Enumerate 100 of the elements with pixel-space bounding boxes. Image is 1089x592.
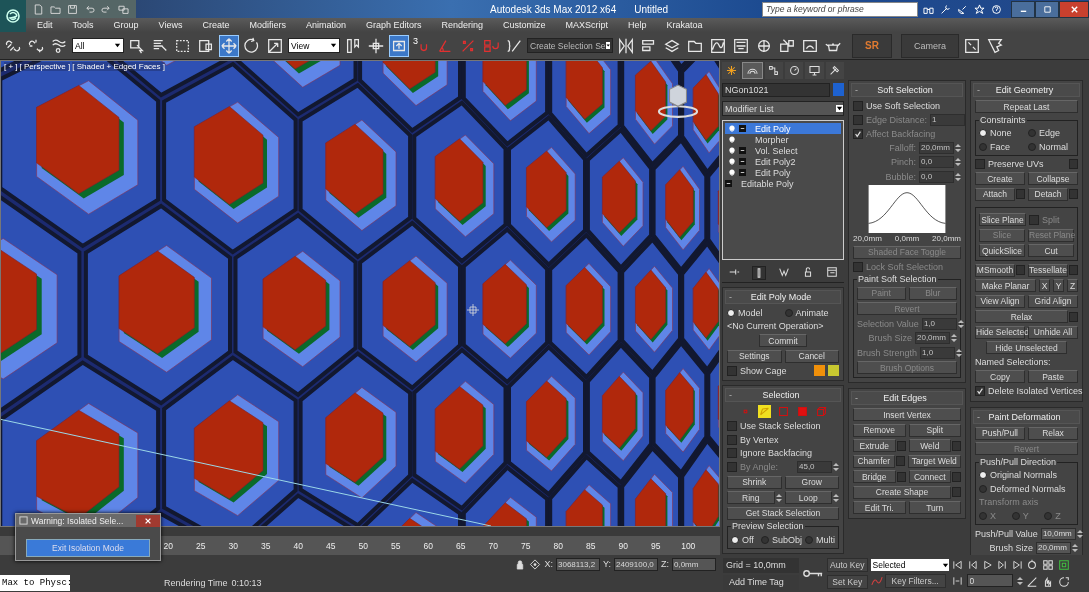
key-filters-button[interactable]: Key Filters... — [884, 574, 946, 588]
orbit-icon[interactable] — [1057, 576, 1070, 588]
option-checkbox[interactable]: Delete Isolated Vertices — [975, 386, 1083, 396]
option-radio[interactable]: Animate — [784, 307, 839, 318]
option-radio[interactable]: Edge — [1028, 128, 1074, 138]
key-icon[interactable] — [802, 568, 824, 579]
command-button[interactable]: Shrink — [727, 475, 782, 489]
menu-item[interactable]: Views — [158, 20, 183, 30]
modifier-stack-item[interactable]: Edit Poly — [725, 123, 841, 134]
collapse-toggle-icon[interactable] — [739, 147, 746, 154]
field-of-view-icon[interactable] — [1025, 576, 1038, 588]
command-button[interactable]: Commit — [759, 334, 807, 347]
key-mode-toggle-icon[interactable] — [951, 575, 963, 586]
spinner-arrows-icon[interactable] — [1076, 528, 1083, 539]
light-bulb-icon[interactable] — [728, 157, 736, 166]
toolbar-dropdown[interactable]: All — [72, 38, 124, 53]
caret-icon[interactable] — [330, 42, 337, 49]
menu-item[interactable]: Group — [113, 20, 139, 30]
go-to-end-icon[interactable] — [1011, 560, 1023, 570]
help-icon[interactable] — [990, 2, 1004, 16]
command-button[interactable]: Relax — [975, 310, 1068, 323]
modifier-stack-item[interactable]: Morpher — [725, 134, 841, 145]
command-button[interactable]: Turn — [908, 501, 961, 514]
command-button[interactable]: Loop — [784, 491, 832, 504]
option-radio[interactable]: Normal — [1028, 141, 1074, 152]
star-icon[interactable] — [973, 2, 987, 16]
coordinate-field[interactable]: 0,0mm — [672, 557, 716, 571]
collapse-toggle-icon[interactable] — [739, 158, 746, 165]
command-button[interactable]: Attach — [975, 187, 1015, 201]
command-button[interactable]: View Align — [975, 294, 1025, 308]
spinner-arrows-icon[interactable] — [775, 492, 782, 503]
option-checkbox[interactable]: By Vertex — [727, 434, 839, 445]
pin-icon[interactable] — [728, 266, 740, 278]
go-to-start-icon[interactable] — [951, 560, 963, 570]
option-checkbox[interactable]: Show Cage — [727, 365, 811, 376]
rollout-header[interactable]: - Edit Edges — [851, 391, 963, 405]
close-icon[interactable] — [1069, 4, 1079, 14]
collapse-toggle-icon[interactable] — [725, 180, 732, 187]
option-radio[interactable]: Deformed Normals — [979, 483, 1074, 494]
menu-item[interactable]: Rendering — [441, 20, 484, 30]
command-button[interactable]: Repeat Last — [975, 100, 1078, 113]
toolbar-button[interactable]: SR — [852, 33, 892, 58]
light-bulb-icon[interactable] — [728, 124, 736, 133]
modifier-stack-item[interactable]: Edit Poly2 — [725, 156, 841, 167]
collapse-sign[interactable]: - — [855, 85, 858, 95]
option-checkbox[interactable]: Use Soft Selection — [853, 100, 961, 111]
object-name-field[interactable]: NGon1021 — [722, 83, 830, 97]
command-button[interactable]: Split — [908, 423, 961, 437]
configure-icon[interactable] — [826, 266, 838, 278]
rollout-header[interactable]: - Selection — [725, 388, 841, 402]
command-button[interactable]: Create Shape — [853, 485, 951, 499]
zoom-all-icon[interactable] — [1041, 559, 1054, 571]
option-radio[interactable]: Off — [731, 534, 758, 545]
edge-mode-icon[interactable] — [757, 405, 771, 418]
option-checkbox[interactable]: Use Stack Selection — [727, 421, 839, 431]
rollout-header[interactable]: - Soft Selection — [851, 83, 963, 97]
spinner-arrows-icon[interactable] — [1016, 575, 1023, 586]
set-key-button[interactable]: Set Key — [827, 575, 868, 589]
command-button[interactable]: Paste — [1028, 370, 1078, 383]
command-button[interactable]: Collapse — [1028, 172, 1078, 185]
caret-icon[interactable] — [941, 561, 949, 569]
save-icon[interactable] — [66, 2, 79, 16]
menu-item[interactable]: Customize — [503, 20, 546, 30]
collapse-toggle-icon[interactable] — [739, 125, 746, 132]
application-button[interactable] — [0, 0, 26, 32]
command-button[interactable]: Create — [975, 172, 1025, 185]
collapse-sign[interactable]: - — [729, 390, 732, 400]
option-radio[interactable]: Original Normals — [979, 470, 1074, 480]
rollout-header[interactable]: - Edit Geometry — [973, 83, 1080, 97]
zoom-icon[interactable] — [1025, 559, 1038, 571]
auto-key-button[interactable]: Auto Key — [827, 558, 868, 572]
check-icon[interactable] — [976, 387, 984, 395]
exit-isolation-button[interactable]: Exit Isolation Mode — [26, 539, 150, 557]
script-listener-field[interactable]: Max to Physc: — [0, 574, 70, 591]
command-button[interactable]: Cancel — [784, 349, 839, 363]
command-button[interactable]: Extrude — [853, 439, 896, 452]
play-icon[interactable] — [981, 560, 993, 570]
close-button[interactable] — [1059, 0, 1089, 18]
menu-item[interactable]: Create — [202, 20, 230, 30]
modifier-stack-item[interactable]: Editable Poly — [725, 178, 841, 189]
collapse-sign[interactable]: - — [729, 292, 732, 302]
modifier-stack-item[interactable]: Vol. Select — [725, 145, 841, 156]
cage-color-swatch[interactable] — [814, 365, 825, 376]
menu-item[interactable]: Modifiers — [249, 20, 286, 30]
caret-icon[interactable] — [605, 42, 610, 49]
next-frame-icon[interactable] — [996, 560, 1008, 570]
command-button[interactable]: Grow — [784, 475, 839, 489]
collapse-toggle-icon[interactable] — [739, 169, 746, 176]
command-button[interactable]: Bridge — [853, 470, 896, 483]
caret-icon[interactable] — [114, 42, 121, 49]
coordinate-field[interactable]: 3068113,2 — [556, 557, 600, 571]
option-radio[interactable]: Face — [979, 141, 1025, 152]
option-radio[interactable]: Multi — [805, 534, 835, 545]
command-button[interactable]: Edit Tri. — [853, 501, 906, 514]
view-cube-icon[interactable] — [656, 83, 700, 119]
maximize-button[interactable] — [1035, 0, 1059, 18]
command-button[interactable]: Chamfer — [853, 454, 895, 468]
menu-item[interactable]: Tools — [72, 20, 94, 30]
minimize-button[interactable] — [1011, 0, 1035, 18]
key-mode-dropdown[interactable]: Selected — [870, 559, 949, 571]
